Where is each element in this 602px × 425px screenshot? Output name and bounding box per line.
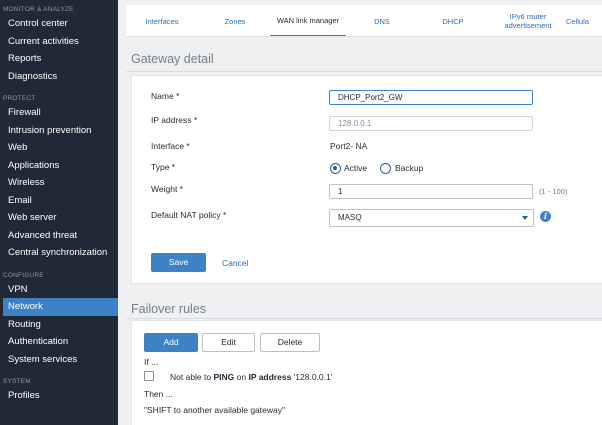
type-active-label: Active — [344, 163, 368, 173]
section-divider — [126, 318, 602, 319]
cancel-button[interactable]: Cancel — [222, 258, 248, 268]
sidebar-section-protect: PROTECT — [3, 95, 36, 102]
sidebar-item-web-server[interactable]: Web server — [0, 209, 118, 227]
rule-ip-value: '128.0.0.1' — [291, 372, 333, 382]
sidebar-item-current-activities[interactable]: Current activities — [0, 33, 118, 51]
sidebar-item-system-services[interactable]: System services — [0, 351, 118, 369]
name-label: Name * — [151, 91, 180, 101]
then-action: "SHIFT to another available gateway" — [144, 405, 286, 415]
nat-policy-label: Default NAT policy * — [151, 210, 227, 220]
sidebar-item-advanced-threat[interactable]: Advanced threat — [0, 227, 118, 245]
save-button[interactable]: Save — [151, 253, 206, 272]
sidebar-item-web[interactable]: Web — [0, 139, 118, 157]
sidebar-item-control-center[interactable]: Control center — [0, 15, 118, 33]
if-label: If ... — [144, 357, 159, 367]
tab-dhcp[interactable]: DHCP — [432, 5, 474, 36]
tab-zones[interactable]: Zones — [210, 5, 260, 36]
tab-cellular[interactable]: Cellula — [566, 5, 602, 36]
weight-label: Weight * — [151, 184, 183, 194]
sidebar-item-wireless[interactable]: Wireless — [0, 174, 118, 192]
weight-input[interactable] — [329, 184, 533, 199]
interface-value: Port2- NA — [330, 141, 368, 151]
rule-middle: on — [234, 372, 249, 382]
nat-policy-select[interactable]: MASQ — [329, 209, 534, 227]
sidebar-item-profiles[interactable]: Profiles — [0, 387, 118, 405]
tab-wan-link-manager[interactable]: WAN link manager — [270, 5, 346, 36]
sidebar-item-reports[interactable]: Reports — [0, 50, 118, 68]
sidebar-section-system: SYSTEM — [3, 378, 31, 385]
ip-address-label: IP address * — [151, 115, 198, 125]
rule-protocol: PING — [213, 372, 235, 382]
delete-button[interactable]: Delete — [260, 333, 320, 352]
add-button[interactable]: Add — [144, 333, 198, 352]
nat-policy-value: MASQ — [338, 213, 362, 222]
type-active-radio[interactable] — [330, 163, 341, 174]
tab-interfaces[interactable]: Interfaces — [134, 5, 190, 36]
gateway-detail-title: Gateway detail — [131, 52, 214, 66]
tab-dns[interactable]: DNS — [364, 5, 400, 36]
tab-ipv6-router-advertisement[interactable]: IPv6 router advertisement — [496, 5, 560, 36]
sidebar-item-firewall[interactable]: Firewall — [0, 104, 118, 122]
interface-label: Interface * — [151, 141, 190, 151]
section-divider — [126, 71, 602, 72]
type-backup-label: Backup — [395, 163, 424, 173]
sidebar-item-email[interactable]: Email — [0, 192, 118, 210]
chevron-down-icon — [522, 216, 528, 220]
type-backup-radio[interactable] — [380, 163, 391, 174]
tab-bar: Interfaces Zones WAN link manager DNS DH… — [126, 5, 602, 37]
sidebar-item-authentication[interactable]: Authentication — [0, 333, 118, 351]
sidebar-section-monitor: MONITOR & ANALYZE — [3, 6, 74, 13]
failover-rules-title: Failover rules — [131, 302, 207, 316]
sidebar-section-configure: CONFIGURE — [3, 271, 44, 279]
then-label: Then ... — [144, 389, 173, 399]
sidebar-item-network[interactable]: Network — [3, 298, 118, 316]
sidebar-item-applications[interactable]: Applications — [0, 157, 118, 175]
ip-address-input[interactable] — [329, 116, 533, 131]
rule-ip-label: IP address — [248, 372, 292, 382]
rule-condition: Not able to PING on IP address '128.0.0.… — [170, 372, 332, 382]
rule-checkbox[interactable] — [144, 371, 154, 381]
sidebar-item-vpn[interactable]: VPN — [0, 281, 118, 299]
sidebar-item-diagnostics[interactable]: Diagnostics — [0, 68, 118, 86]
sidebar-item-intrusion-prevention[interactable]: Intrusion prevention — [0, 122, 118, 140]
sidebar: MONITOR & ANALYZE Control center Current… — [0, 0, 118, 425]
name-input[interactable] — [329, 90, 533, 105]
type-label: Type * — [151, 162, 176, 172]
rule-prefix: Not able to — [170, 372, 214, 382]
weight-hint: (1 - 100) — [539, 187, 568, 196]
sidebar-item-routing[interactable]: Routing — [0, 316, 118, 334]
sidebar-item-central-synchronization[interactable]: Central synchronization — [0, 244, 118, 262]
info-icon[interactable]: i — [540, 211, 551, 222]
edit-button[interactable]: Edit — [202, 333, 255, 352]
